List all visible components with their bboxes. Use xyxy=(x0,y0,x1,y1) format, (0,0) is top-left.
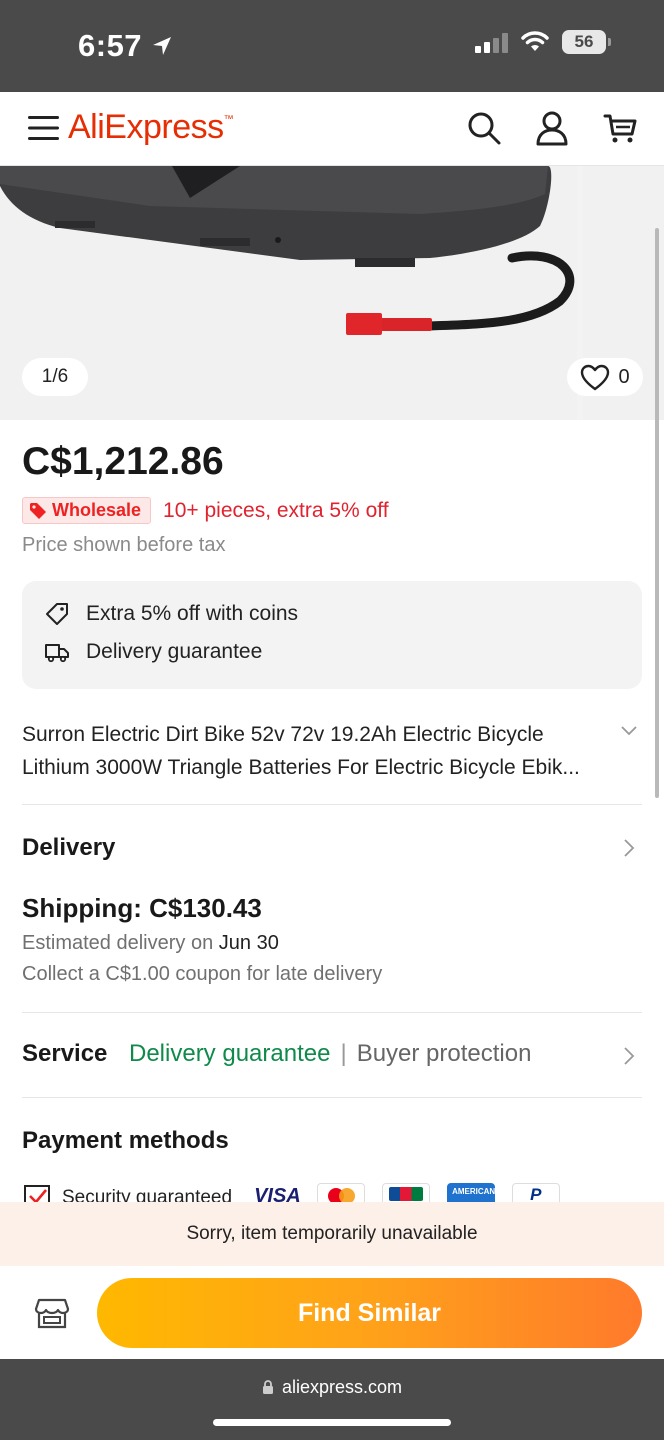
mastercard-logo xyxy=(317,1183,366,1203)
logo-text: AliExpress xyxy=(68,108,224,146)
wholesale-offer-text: 10+ pieces, extra 5% off xyxy=(163,498,389,522)
wishlist-button[interactable]: 0 xyxy=(567,358,643,396)
browser-address-bar[interactable]: aliexpress.com xyxy=(0,1359,664,1440)
service-label: Service xyxy=(22,1040,108,1067)
product-price: C$1,212.86 xyxy=(22,440,224,483)
bottom-action-bar: Find Similar xyxy=(0,1266,664,1359)
location-arrow-icon xyxy=(153,37,172,55)
status-bar: 6:57 56 xyxy=(0,0,664,92)
shipping-cost: Shipping: C$130.43 xyxy=(22,893,262,923)
late-delivery-coupon: Collect a C$1.00 coupon for late deliver… xyxy=(22,963,383,985)
product-gallery[interactable] xyxy=(0,166,664,420)
unavailable-banner: Sorry, item temporarily unavailable xyxy=(0,1202,664,1266)
estimated-delivery-date: Jun 30 xyxy=(218,932,279,954)
wholesale-badge: Wholesale xyxy=(22,497,152,524)
service-buyer-protection: Buyer protection xyxy=(356,1040,532,1067)
find-similar-button[interactable]: Find Similar xyxy=(97,1278,642,1348)
status-time-text: 6:57 xyxy=(78,28,143,63)
chevron-right-icon[interactable] xyxy=(620,1045,638,1067)
battery-level: 56 xyxy=(574,32,594,51)
service-delivery-guarantee: Delivery guarantee xyxy=(129,1040,331,1067)
url-text: aliexpress.com xyxy=(281,1377,403,1397)
battery-icon: 56 xyxy=(562,30,611,54)
coupon-tag-icon xyxy=(46,603,68,625)
visa-logo: VISA xyxy=(252,1183,301,1203)
cart-icon[interactable] xyxy=(602,110,638,146)
image-counter-text: 1/6 xyxy=(41,366,69,387)
divider xyxy=(22,804,642,805)
url-display[interactable]: aliexpress.com xyxy=(0,1377,664,1398)
status-icons: 56 xyxy=(475,30,611,54)
image-counter: 1/6 xyxy=(22,358,88,396)
security-guaranteed-text: Security guaranteed xyxy=(62,1187,233,1203)
estimated-delivery: Estimated delivery on Jun 30 xyxy=(22,932,279,955)
home-indicator[interactable] xyxy=(213,1419,451,1426)
shield-check-icon xyxy=(24,1185,50,1203)
wholesale-badge-text: Wholesale xyxy=(52,500,142,520)
wishlist-count: 0 xyxy=(618,365,630,388)
estimated-delivery-label: Estimated delivery on xyxy=(22,932,219,954)
cellular-signal-icon xyxy=(475,31,508,53)
paypal-logo: P xyxy=(512,1183,561,1203)
service-separator: | xyxy=(340,1040,347,1067)
amex-logo: AMERICAN xyxy=(447,1183,495,1203)
service-row[interactable]: Service Delivery guarantee | Buyer prote… xyxy=(22,1040,531,1068)
perks-box[interactable]: Extra 5% off with coins Delivery guarant… xyxy=(22,581,642,689)
chevron-down-icon[interactable] xyxy=(620,722,638,740)
perk-coins: Extra 5% off with coins xyxy=(44,601,298,627)
payment-section-title: Payment methods xyxy=(22,1127,229,1154)
wifi-icon xyxy=(521,31,549,51)
security-guaranteed: Security guaranteed xyxy=(22,1183,232,1203)
app-header: AliExpress™ xyxy=(0,92,664,166)
jcb-logo xyxy=(382,1183,431,1203)
unavailable-text: Sorry, item temporarily unavailable xyxy=(186,1223,478,1244)
payment-logos: VISA AMERICAN P xyxy=(252,1183,561,1203)
lock-icon xyxy=(262,1380,273,1394)
status-time: 6:57 xyxy=(78,28,174,64)
perk-delivery: Delivery guarantee xyxy=(44,640,262,664)
perk-delivery-text: Delivery guarantee xyxy=(86,640,263,663)
heart-icon xyxy=(581,364,610,390)
menu-icon[interactable] xyxy=(28,114,60,142)
wholesale-row: Wholesale 10+ pieces, extra 5% off xyxy=(22,497,389,524)
delivery-truck-icon xyxy=(45,644,69,663)
tag-icon xyxy=(30,502,46,519)
aliexpress-logo[interactable]: AliExpress™ xyxy=(68,108,234,147)
product-title-line2: Lithium 3000W Triangle Batteries For Ele… xyxy=(22,756,580,779)
product-title-line1: Surron Electric Dirt Bike 52v 72v 19.2Ah… xyxy=(22,723,544,746)
divider xyxy=(22,1097,642,1098)
tax-note: Price shown before tax xyxy=(22,534,226,556)
page-scrollbar[interactable] xyxy=(655,228,659,798)
divider xyxy=(22,1012,642,1013)
store-icon[interactable] xyxy=(34,1296,70,1330)
account-icon[interactable] xyxy=(534,110,570,146)
payment-methods-row: Security guaranteed VISA AMERICAN P xyxy=(22,1183,642,1203)
search-icon[interactable] xyxy=(466,110,502,146)
product-title[interactable]: Surron Electric Dirt Bike 52v 72v 19.2Ah… xyxy=(22,718,612,784)
chevron-right-icon[interactable] xyxy=(620,837,638,859)
find-similar-label: Find Similar xyxy=(297,1298,442,1327)
delivery-section-title[interactable]: Delivery xyxy=(22,834,115,862)
perk-coins-text: Extra 5% off with coins xyxy=(86,602,299,625)
